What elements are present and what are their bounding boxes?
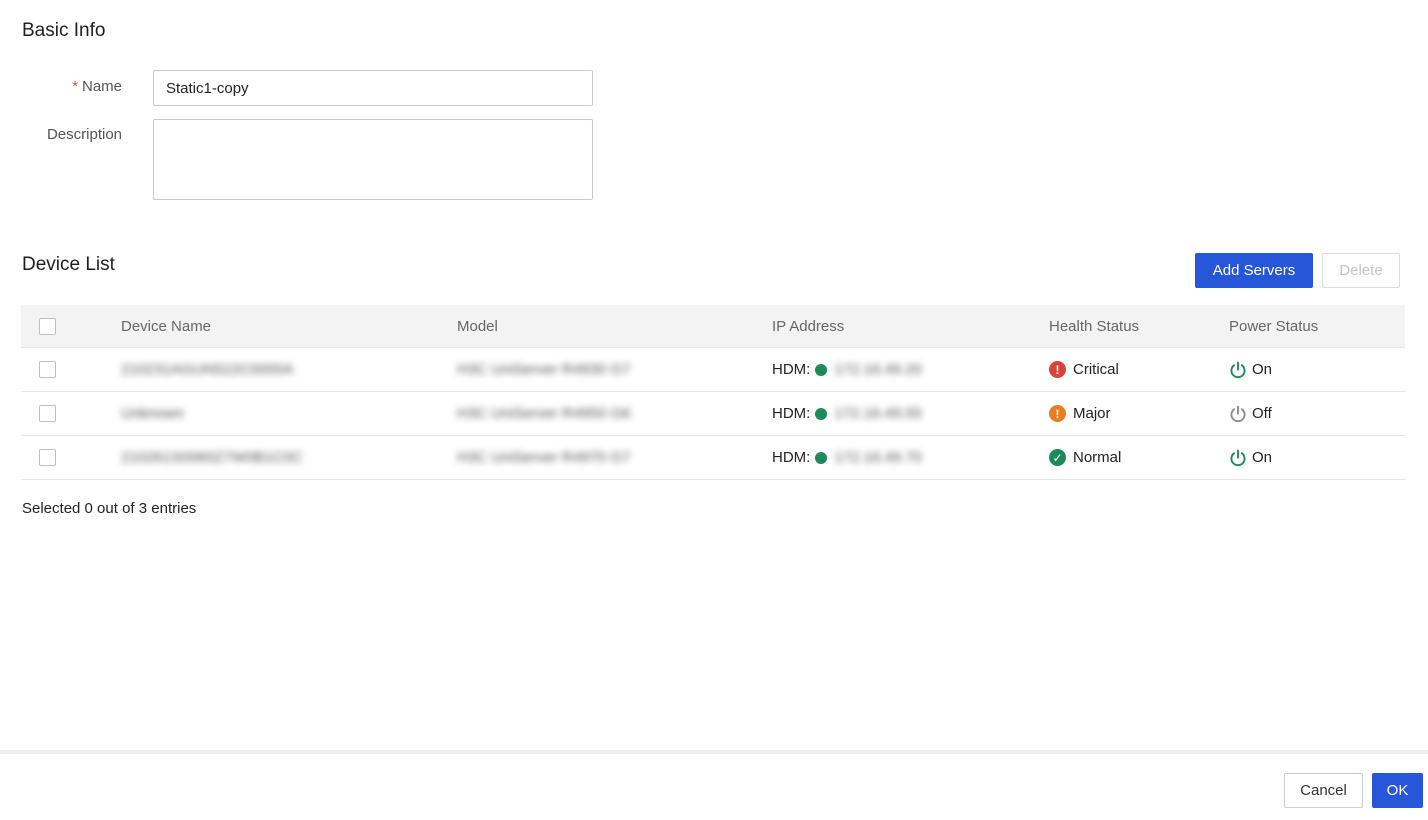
power-icon	[1229, 361, 1247, 379]
table-row[interactable]: Unknown H3C UniServer R4950 G6 HDM: 172.16.…	[21, 392, 1405, 436]
health-status-text: Critical	[1073, 361, 1119, 378]
table-row[interactable]: 210261S0060Z7W0B1C0C H3C UniServer R4970 …	[21, 436, 1405, 480]
column-header-device-name[interactable]: Device Name	[121, 305, 211, 347]
health-status-text: Normal	[1073, 449, 1122, 466]
exclamation-icon: !	[1049, 405, 1066, 422]
ip-prefix: HDM:	[772, 361, 811, 378]
header-checkbox-cell	[39, 305, 56, 347]
column-header-ip-address[interactable]: IP Address	[772, 305, 844, 347]
power-status-text: On	[1252, 449, 1273, 466]
column-header-model[interactable]: Model	[457, 305, 498, 347]
power-status-cell: On	[1229, 348, 1272, 391]
ip-address[interactable]: 172.16.49.55	[834, 405, 922, 422]
health-status-text: Major	[1073, 405, 1111, 422]
online-dot-icon	[815, 363, 828, 376]
ip-prefix: HDM:	[772, 405, 811, 422]
power-icon	[1229, 449, 1247, 467]
footer-divider	[0, 750, 1428, 754]
select-all-checkbox[interactable]	[39, 317, 56, 335]
name-label: * Name	[72, 78, 122, 95]
power-status-text: Off	[1252, 405, 1272, 422]
column-header-health-status[interactable]: Health Status	[1049, 305, 1139, 347]
exclamation-icon: !	[1049, 361, 1066, 378]
selection-summary: Selected 0 out of 3 entries	[22, 500, 197, 517]
device-model: H3C UniServer R4950 G6	[457, 405, 631, 422]
device-list-title: Device List	[22, 254, 115, 275]
power-status-text: On	[1252, 361, 1273, 378]
ip-address[interactable]: 172.16.49.70	[834, 449, 922, 466]
device-table: Device Name Model IP Address Health Stat…	[21, 305, 1405, 480]
power-status-cell: Off	[1229, 392, 1272, 435]
row-checkbox[interactable]	[39, 449, 56, 466]
device-model: H3C UniServer R4930 G7	[457, 361, 631, 378]
check-icon: ✓	[1049, 449, 1066, 466]
row-checkbox[interactable]	[39, 405, 56, 422]
table-header: Device Name Model IP Address Health Stat…	[21, 305, 1405, 348]
name-label-text: Name	[81, 78, 122, 95]
ip-address[interactable]: 172.16.49.20	[834, 361, 922, 378]
delete-button[interactable]: Delete	[1322, 253, 1400, 288]
description-input[interactable]	[153, 119, 593, 200]
required-mark: *	[72, 78, 78, 95]
cancel-button[interactable]: Cancel	[1284, 773, 1363, 808]
ok-button[interactable]: OK	[1372, 773, 1423, 808]
health-status-cell: ! Major	[1049, 392, 1111, 435]
health-status-cell: ✓ Normal	[1049, 436, 1121, 479]
power-icon	[1229, 405, 1247, 423]
device-model: H3C UniServer R4970 G7	[457, 449, 631, 466]
row-checkbox-cell	[39, 392, 56, 435]
add-servers-button[interactable]: Add Servers	[1195, 253, 1313, 288]
online-dot-icon	[815, 407, 828, 420]
column-header-power-status[interactable]: Power Status	[1229, 305, 1318, 347]
row-checkbox-cell	[39, 436, 56, 479]
power-status-cell: On	[1229, 436, 1272, 479]
device-name: Unknown	[121, 405, 184, 422]
ip-address-cell: HDM: 172.16.49.55	[772, 392, 922, 435]
row-checkbox[interactable]	[39, 361, 56, 378]
table-body: 210231AGUN522C0000A H3C UniServer R4930 G…	[21, 348, 1405, 480]
basic-info-title: Basic Info	[22, 20, 106, 41]
table-row[interactable]: 210231AGUN522C0000A H3C UniServer R4930 G…	[21, 348, 1405, 392]
online-dot-icon	[815, 451, 828, 464]
ip-address-cell: HDM: 172.16.49.70	[772, 436, 922, 479]
row-checkbox-cell	[39, 348, 56, 391]
description-label: Description	[46, 126, 122, 143]
health-status-cell: ! Critical	[1049, 348, 1119, 391]
ip-address-cell: HDM: 172.16.49.20	[772, 348, 922, 391]
name-input[interactable]	[153, 70, 593, 106]
device-name: 210261S0060Z7W0B1C0C	[121, 449, 303, 466]
device-name: 210231AGUN522C0000A	[121, 361, 294, 378]
ip-prefix: HDM:	[772, 449, 811, 466]
